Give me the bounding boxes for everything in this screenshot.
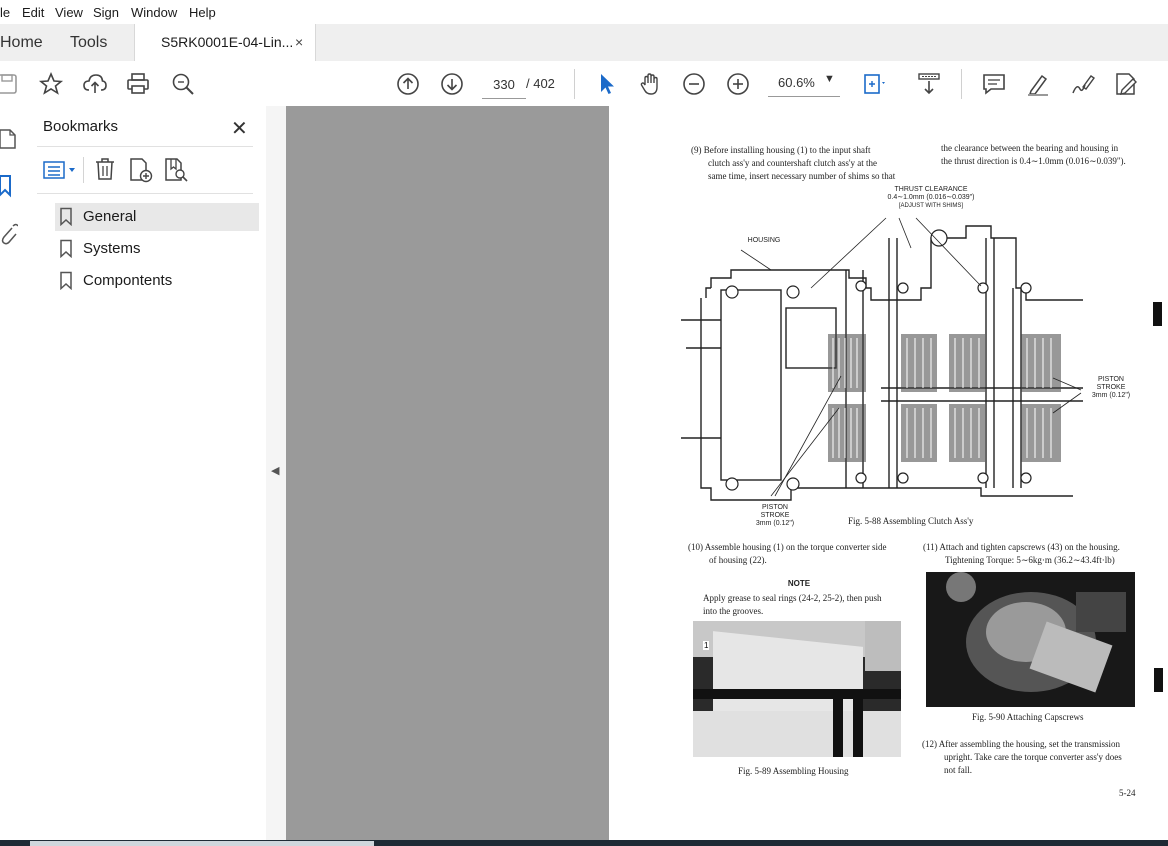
clutch-assembly-diagram <box>681 217 1083 501</box>
bookmark-icon <box>59 271 73 295</box>
scroll-mode-icon[interactable] <box>916 71 942 97</box>
arrow-down-circle-icon[interactable] <box>439 71 465 97</box>
zoom-select[interactable]: 60.6% ▼ <box>768 70 840 97</box>
zoom-out-icon[interactable] <box>681 71 707 97</box>
sign-icon[interactable] <box>1069 71 1095 97</box>
piston-stroke-label-right: PISTON STROKE 3mm (0.12") <box>1091 376 1131 399</box>
menu-bar: le Edit View Sign Window Help <box>0 0 1168 25</box>
figure-5-88-caption: Fig. 5-88 Assembling Clutch Ass'y <box>848 516 974 526</box>
attachment-icon[interactable] <box>0 222 19 251</box>
close-icon[interactable]: ✕ <box>231 116 248 141</box>
piston-stroke-label-bottom: PISTON STROKE 3mm (0.12") <box>755 504 795 527</box>
hand-icon[interactable] <box>637 71 663 97</box>
navigation-rail <box>0 106 28 840</box>
document-page: (9) Before installing housing (1) to the… <box>609 106 1168 840</box>
toolbar-divider <box>574 69 575 99</box>
tab-document[interactable]: S5RK0001E-04-Lin... × <box>134 24 316 62</box>
print-icon[interactable] <box>125 71 151 97</box>
toolbar-divider <box>83 157 84 183</box>
assembling-housing-photo: 1 <box>693 621 901 757</box>
bookmark-search-icon[interactable] <box>163 157 189 188</box>
bookmark-item-components[interactable]: Compontents <box>55 267 287 295</box>
step-10-text: (10) Assemble housing (1) on the torque … <box>688 542 887 565</box>
select-arrow-icon[interactable] <box>593 71 619 97</box>
fill-sign-icon[interactable] <box>1113 71 1139 97</box>
tab-bar: Home Tools S5RK0001E-04-Lin... × <box>0 24 1168 62</box>
chevron-down-icon: ▼ <box>824 73 835 85</box>
bookmarks-panel: Bookmarks ✕ General Systems Compontents <box>27 106 267 840</box>
bookmark-item-systems[interactable]: Systems <box>55 235 287 263</box>
bookmark-label: Compontents <box>83 272 173 289</box>
zoom-in-icon[interactable] <box>725 71 751 97</box>
save-icon[interactable] <box>0 71 20 97</box>
margin-mark <box>1153 302 1162 326</box>
figure-5-90-caption: Fig. 5-90 Attaching Capscrews <box>972 712 1084 722</box>
step-9-continued: the clearance between the bearing and ho… <box>941 143 1126 166</box>
note-text: Apply grease to seal rings (24-2, 25-2),… <box>703 593 882 616</box>
page-number-input[interactable] <box>482 70 526 99</box>
arrow-up-circle-icon[interactable] <box>395 71 421 97</box>
bookmarks-toolbar <box>37 146 253 194</box>
step-12-text: (12) After assembling the housing, set t… <box>922 739 1122 775</box>
menu-help[interactable]: Help <box>189 5 216 20</box>
bookmark-panel-icon[interactable] <box>0 174 16 203</box>
menu-file[interactable]: le <box>0 5 10 20</box>
housing-label: HOUSING <box>747 237 781 244</box>
bookmark-item-general[interactable]: General <box>55 203 287 231</box>
bookmark-icon <box>59 207 73 231</box>
page-total: / 402 <box>526 76 555 91</box>
toolbar: / 402 60.6% ▼ <box>0 61 1168 107</box>
thrust-clearance-label: THRUST CLEARANCE 0.4∼1.0mm (0.016∼0.039"… <box>887 186 975 209</box>
tab-home[interactable]: Home <box>0 24 43 61</box>
upload-cloud-icon[interactable] <box>82 71 108 97</box>
bookmark-options-icon[interactable] <box>43 159 79 186</box>
menu-sign[interactable]: Sign <box>93 5 119 20</box>
attaching-capscrews-photo <box>926 572 1135 707</box>
menu-window[interactable]: Window <box>131 5 177 20</box>
note-title: NOTE <box>787 579 811 588</box>
search-zoom-icon[interactable] <box>170 71 196 97</box>
star-icon[interactable] <box>38 71 64 97</box>
bookmarks-title: Bookmarks <box>43 118 119 135</box>
margin-mark <box>1154 668 1163 692</box>
comment-icon[interactable] <box>981 71 1007 97</box>
tab-close-icon[interactable]: × <box>295 24 303 61</box>
horizontal-scrollbar[interactable] <box>30 841 374 846</box>
fit-page-icon[interactable] <box>862 71 888 97</box>
menu-view[interactable]: View <box>55 5 83 20</box>
menu-edit[interactable]: Edit <box>22 5 44 20</box>
page-number: 5-24 <box>1119 788 1136 798</box>
zoom-value: 60.6% <box>778 75 815 90</box>
highlight-icon[interactable] <box>1025 71 1051 97</box>
toolbar-divider <box>961 69 962 99</box>
delete-bookmark-icon[interactable] <box>94 157 116 186</box>
add-bookmark-icon[interactable] <box>128 157 154 188</box>
step-9-text: (9) Before installing housing (1) to the… <box>691 145 896 181</box>
tab-document-title: S5RK0001E-04-Lin... <box>161 34 294 50</box>
figure-5-89-caption: Fig. 5-89 Assembling Housing <box>738 766 849 776</box>
step-11-text: (11) Attach and tighten capscrews (43) o… <box>923 542 1120 565</box>
bookmark-icon <box>59 239 73 263</box>
bookmark-label: General <box>83 208 137 225</box>
panel-splitter[interactable]: ◀ <box>266 106 286 840</box>
page-thumbnails-icon[interactable] <box>0 128 18 155</box>
bookmark-label: Systems <box>83 240 141 257</box>
collapse-panel-icon[interactable]: ◀ <box>271 464 279 477</box>
tab-tools[interactable]: Tools <box>70 24 107 61</box>
